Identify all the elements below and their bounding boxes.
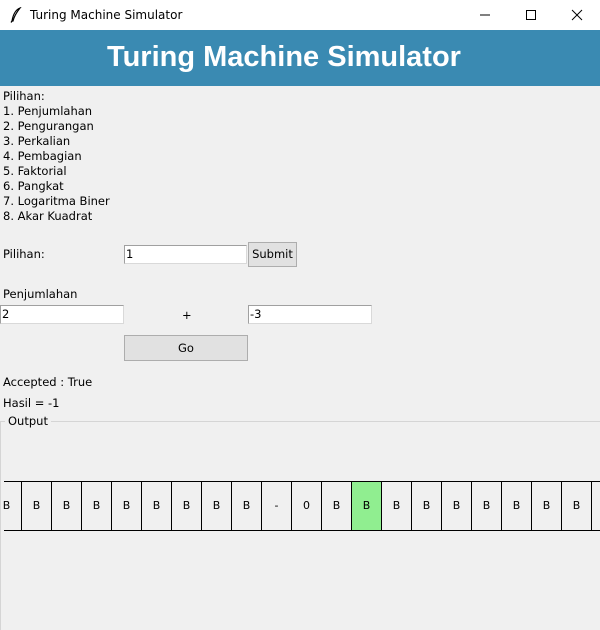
- choice-input[interactable]: 1: [124, 245, 247, 264]
- go-button[interactable]: Go: [124, 335, 248, 361]
- tape-cell: B: [532, 482, 562, 530]
- menu-item: 7. Logaritma Biner: [3, 194, 110, 208]
- menu-item: 1. Penjumlahan: [3, 104, 93, 118]
- tape-cell: B: [412, 482, 442, 530]
- tape-cell: B: [202, 482, 232, 530]
- operation-title: Penjumlahan: [3, 287, 78, 301]
- tape-cell: B: [22, 482, 52, 530]
- menu-heading: Pilihan:: [3, 89, 45, 103]
- tape-cell: B: [502, 482, 532, 530]
- window-title: Turing Machine Simulator: [30, 8, 183, 22]
- tape-cell: B: [82, 482, 112, 530]
- tape-bottom-line: [4, 530, 600, 531]
- header-banner: Turing Machine Simulator: [0, 30, 600, 86]
- menu-item: 8. Akar Kuadrat: [3, 209, 93, 223]
- menu-item: 2. Pengurangan: [3, 119, 94, 133]
- tape-cell: B: [52, 482, 82, 530]
- tape: BBBBBBBBB-0BBBBBBBBB: [0, 482, 600, 530]
- window-titlebar: Turing Machine Simulator: [0, 0, 600, 30]
- operand1-input[interactable]: 2: [0, 305, 124, 324]
- maximize-button[interactable]: [508, 0, 554, 30]
- close-icon: [571, 9, 583, 21]
- maximize-icon: [526, 10, 536, 20]
- tape-cell: B: [0, 482, 22, 530]
- tape-cell: B: [112, 482, 142, 530]
- tape-cell: 0: [292, 482, 322, 530]
- tape-cell: B: [472, 482, 502, 530]
- tape-cell: -: [262, 482, 292, 530]
- tape-cell: B: [232, 482, 262, 530]
- submit-button[interactable]: Submit: [248, 242, 297, 267]
- tape-cell: B: [442, 482, 472, 530]
- minimize-icon: [480, 14, 490, 16]
- tape-cell: B: [562, 482, 592, 530]
- result-value: Hasil = -1: [3, 396, 60, 410]
- operation-menu: Pilihan: 1. Penjumlahan 2. Pengurangan 3…: [3, 89, 110, 224]
- operator-label: +: [182, 308, 192, 322]
- feather-icon: [10, 7, 22, 23]
- menu-item: 4. Pembagian: [3, 149, 82, 163]
- tape-cell: B: [172, 482, 202, 530]
- operand2-input[interactable]: -3: [248, 305, 372, 324]
- tape-cell-head: B: [352, 482, 382, 530]
- menu-item: 6. Pangkat: [3, 179, 64, 193]
- app-heading: Turing Machine Simulator: [107, 41, 461, 73]
- tape-cell: B: [142, 482, 172, 530]
- output-legend: Output: [5, 414, 51, 428]
- minimize-button[interactable]: [462, 0, 508, 30]
- menu-item: 3. Perkalian: [3, 134, 71, 148]
- close-button[interactable]: [554, 0, 600, 30]
- tape-cell: B: [382, 482, 412, 530]
- choice-label: Pilihan:: [3, 247, 45, 261]
- accepted-status: Accepted : True: [3, 375, 93, 389]
- menu-item: 5. Faktorial: [3, 164, 67, 178]
- tape-cell: B: [322, 482, 352, 530]
